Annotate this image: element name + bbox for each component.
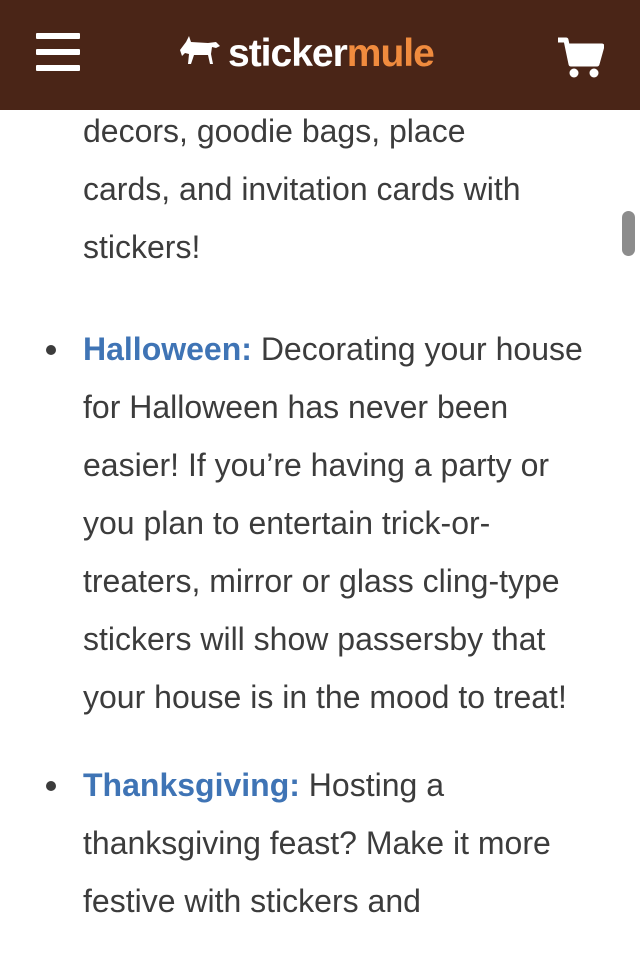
partial-line-3: stickers! (83, 229, 201, 265)
article-content: decors, goodie bags, place cards, and in… (0, 0, 640, 959)
partial-paragraph: decors, goodie bags, place cards, and in… (83, 102, 603, 276)
bullet-dot-icon (46, 781, 56, 791)
brand-name-mule: mule (346, 32, 435, 75)
brand-logo[interactable]: sticker mule (178, 26, 435, 82)
mule-icon (180, 36, 220, 64)
scrollbar-thumb[interactable] (622, 211, 635, 256)
holiday-list: Halloween: Decorating your house for Hal… (0, 320, 640, 960)
shopping-cart-icon[interactable] (556, 37, 605, 79)
hamburger-menu-icon[interactable] (36, 31, 82, 73)
item-text: Decorating your house for Halloween has … (83, 331, 583, 715)
partial-line-2: cards, and invitation cards with (83, 171, 521, 207)
list-item-halloween: Halloween: Decorating your house for Hal… (0, 320, 640, 726)
brand-name-sticker: sticker (228, 32, 348, 75)
list-item-thanksgiving: Thanksgiving: Hosting a thanksgiving fea… (0, 756, 640, 930)
item-term: Thanksgiving: (83, 767, 300, 803)
item-term: Halloween: (83, 331, 252, 367)
bullet-dot-icon (46, 345, 56, 355)
site-header: sticker mule (0, 0, 640, 110)
partial-line-1: decors, goodie bags, place (83, 113, 466, 149)
